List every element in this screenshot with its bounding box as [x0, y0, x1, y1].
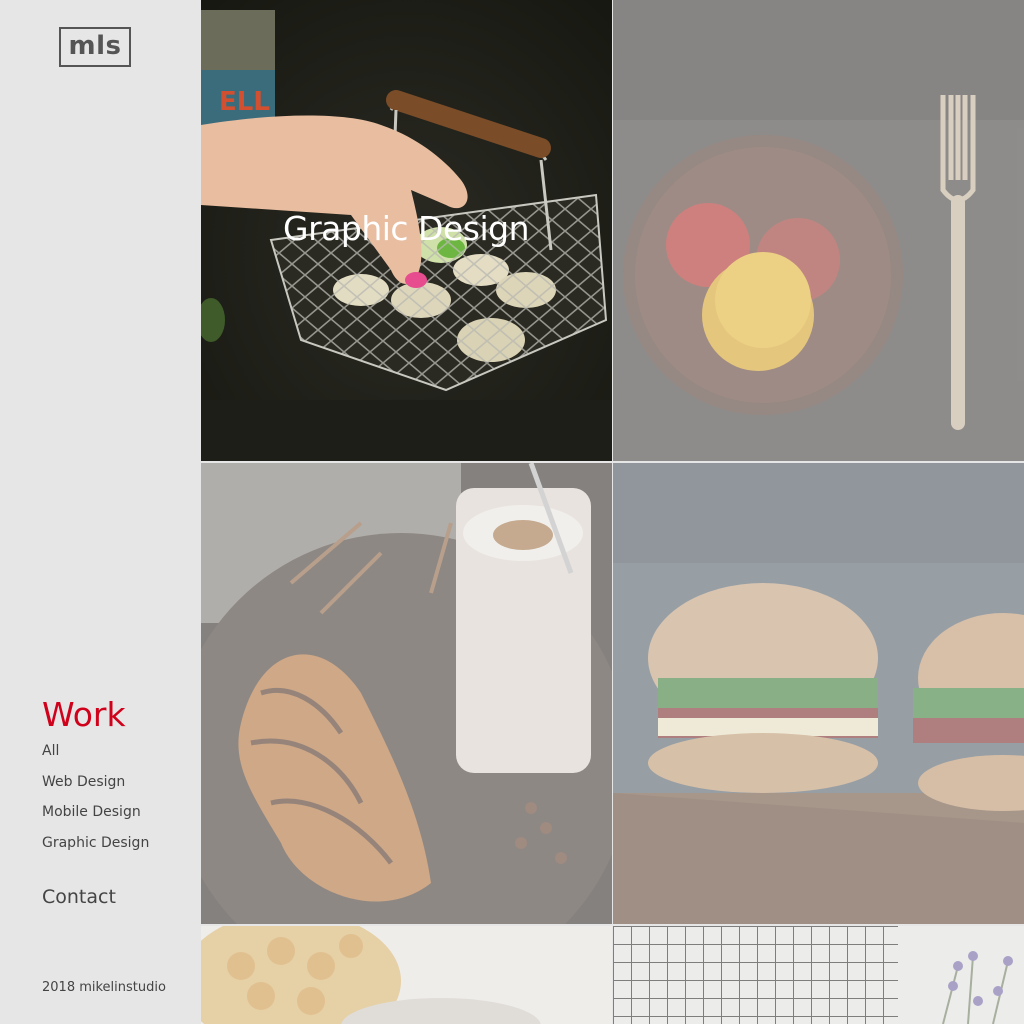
- tile-fade-overlay: [613, 463, 1024, 924]
- macarons-image: ELL Graphic Design: [201, 0, 612, 461]
- tile-fade-overlay: [613, 926, 1024, 1024]
- gallery-item-lavender[interactable]: [613, 926, 1024, 1024]
- logo[interactable]: mls: [59, 27, 131, 67]
- tile-fade-overlay: [201, 463, 612, 924]
- gallery-item-burgers[interactable]: [613, 463, 1024, 924]
- copyright: 2018 mikelinstudio: [42, 980, 166, 995]
- nav-item-all[interactable]: All: [42, 741, 149, 772]
- tile-fade-overlay: [613, 0, 1024, 461]
- tile-hover-label: Graphic Design: [283, 209, 529, 248]
- gallery-item-fruit-bowl[interactable]: [613, 0, 1024, 461]
- svg-text:ELL: ELL: [219, 87, 270, 117]
- tile-fade-overlay: [201, 926, 612, 1024]
- nav-item-graphic-design[interactable]: Graphic Design: [42, 833, 149, 864]
- logo-text: mls: [68, 31, 122, 61]
- nav-contact-link[interactable]: Contact: [42, 886, 116, 908]
- nav-heading-work[interactable]: Work: [42, 695, 126, 734]
- sidebar: mls Work All Web Design Mobile Design Gr…: [0, 0, 201, 1024]
- gallery-grid: ELL Graphic Design: [201, 0, 1024, 1024]
- nav-item-web-design[interactable]: Web Design: [42, 772, 149, 803]
- nav-list: All Web Design Mobile Design Graphic Des…: [42, 741, 149, 863]
- gallery-item-macarons[interactable]: ELL Graphic Design: [201, 0, 612, 461]
- gallery-item-pie[interactable]: [201, 926, 612, 1024]
- gallery-item-croissant[interactable]: [201, 463, 612, 924]
- nav-item-mobile-design[interactable]: Mobile Design: [42, 802, 149, 833]
